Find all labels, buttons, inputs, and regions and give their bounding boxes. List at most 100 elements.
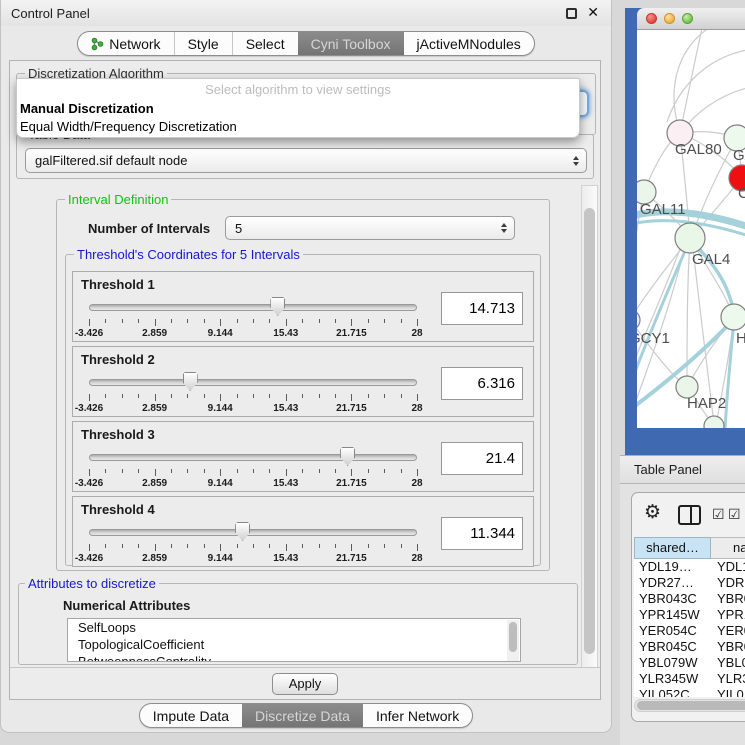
tab-discretize-data[interactable]: Discretize Data: [242, 704, 363, 727]
slider-thumb[interactable]: [340, 447, 355, 466]
close-traffic-light-icon[interactable]: [646, 13, 657, 24]
cell-shared-name: YPR145W: [634, 607, 711, 623]
tick-label: 2.859: [142, 328, 167, 339]
tab-infer-network[interactable]: Infer Network: [363, 704, 472, 727]
table-row[interactable]: YIL052CYIL0: [634, 687, 745, 697]
slider-tick-labels: -3.4262.8599.14415.4321.71528: [89, 553, 417, 565]
table-panel-title: Table Panel: [634, 462, 702, 477]
tick-label: 2.859: [142, 478, 167, 489]
table-panel: Table Panel ⚙ ☑ ☑ shared… na YDL19…YDL1Y…: [620, 455, 745, 745]
attribute-item-topologicalcoefficient[interactable]: TopologicalCoefficient: [68, 636, 520, 653]
column-header-shared-name[interactable]: shared…: [634, 537, 711, 559]
tick-label: 9.144: [208, 403, 233, 414]
attributes-scrollbar[interactable]: [507, 620, 519, 662]
slider-track[interactable]: [89, 454, 417, 461]
network-node-label: HAP2: [687, 395, 726, 412]
cell-shared-name: YIL052C: [634, 687, 711, 697]
threshold-label: Threshold 2: [81, 352, 155, 367]
cell-name: YDL1: [711, 559, 745, 575]
threshold-panel-1: Threshold 1-3.4262.8599.14415.4321.71528…: [72, 271, 534, 342]
network-node-label: GAL4: [692, 251, 730, 268]
split-table-icon[interactable]: [678, 505, 701, 525]
table-row[interactable]: YER054CYER0: [634, 623, 745, 639]
threshold-slider[interactable]: -3.4262.8599.14415.4321.71528: [89, 521, 417, 565]
network-window-titlebar[interactable]: [637, 8, 745, 30]
threshold-panel-4: Threshold 4-3.4262.8599.14415.4321.71528…: [72, 496, 534, 567]
network-node-h[interactable]: [721, 304, 745, 330]
slider-thumb[interactable]: [270, 297, 285, 316]
threshold-value-field[interactable]: 14.713: [441, 292, 523, 325]
tab-jactivemnodules[interactable]: jActiveMNodules: [404, 32, 534, 55]
threshold-value-field[interactable]: 11.344: [441, 517, 523, 550]
minimize-traffic-light-icon[interactable]: [664, 13, 675, 24]
tick-label: 9.144: [208, 328, 233, 339]
attribute-item-betweennesscentrality[interactable]: BetweennessCentrality: [68, 653, 520, 662]
control-panel-window: Control Panel ✕ NetworkStyleSelectCyni T…: [0, 0, 612, 733]
threshold-label: Threshold 1: [81, 277, 155, 292]
close-panel-icon[interactable]: ✕: [587, 4, 599, 21]
attribute-item-selfloops[interactable]: SelfLoops: [68, 619, 520, 636]
scrollbar-thumb[interactable]: [637, 701, 745, 710]
threshold-slider[interactable]: -3.4262.8599.14415.4321.71528: [89, 296, 417, 340]
numerical-attributes-list[interactable]: SelfLoopsTopologicalCoefficientBetweenne…: [67, 618, 521, 662]
network-node-label: H: [736, 330, 745, 347]
float-window-icon[interactable]: [566, 8, 577, 19]
apply-button[interactable]: Apply: [272, 673, 338, 695]
network-graph[interactable]: GAL80GACGAL11GAL4GCY1HHAP2: [637, 30, 745, 428]
tab-label: Network: [109, 36, 160, 52]
slider-track[interactable]: [89, 379, 417, 386]
slider-thumb[interactable]: [235, 522, 250, 541]
table-row[interactable]: YPR145WYPR1: [634, 607, 745, 623]
attribute-items: SelfLoopsTopologicalCoefficientBetweenne…: [68, 619, 520, 662]
network-node-label: GAL80: [675, 141, 722, 158]
column-header-name[interactable]: na: [711, 537, 745, 559]
slider-track[interactable]: [89, 304, 417, 311]
network-node-gcy1[interactable]: [637, 310, 640, 330]
tab-network[interactable]: Network: [78, 32, 173, 55]
threshold-slider[interactable]: -3.4262.8599.14415.4321.71528: [89, 446, 417, 490]
table-rows: YDL19…YDL1YDR27…YDR2YBR043CYBR0YPR145WYP…: [634, 559, 745, 697]
slider-track[interactable]: [89, 529, 417, 536]
table-row[interactable]: YBR043CYBR0: [634, 591, 745, 607]
threshold-value-field[interactable]: 6.316: [441, 367, 523, 400]
tick-label: 15.43: [273, 328, 298, 339]
tab-segment-control: Network StyleSelectCyni ToolboxjActiveMNo…: [77, 31, 535, 56]
table-horizontal-scrollbar[interactable]: [634, 699, 745, 712]
scrollbar-thumb[interactable]: [584, 208, 595, 654]
network-node[interactable]: [704, 416, 724, 428]
network-node-label: GAL11: [640, 201, 686, 218]
zoom-traffic-light-icon[interactable]: [682, 13, 693, 24]
table-data-combobox[interactable]: galFiltered.sif default node: [25, 148, 587, 173]
threshold-slider[interactable]: -3.4262.8599.14415.4321.71528: [89, 371, 417, 415]
slider-tick-labels: -3.4262.8599.14415.4321.71528: [89, 403, 417, 415]
network-node-gal4[interactable]: [675, 223, 705, 253]
tab-impute-data[interactable]: Impute Data: [140, 704, 242, 727]
table-row[interactable]: YBL079WYBL0: [634, 655, 745, 671]
tab-select[interactable]: Select: [232, 32, 298, 55]
threshold-value-field[interactable]: 21.4: [441, 442, 523, 475]
table-row[interactable]: YDR27…YDR2: [634, 575, 745, 591]
slider-thumb[interactable]: [183, 372, 198, 391]
table-row[interactable]: YBR045CYBR0: [634, 639, 745, 655]
dropdown-item-manual-discretization[interactable]: Manual Discretization: [17, 100, 579, 118]
number-of-intervals-combobox[interactable]: 5: [225, 216, 515, 240]
stepper-arrows-icon: [573, 156, 579, 166]
slider-ticks: [89, 394, 417, 402]
tick-label: 21.715: [336, 478, 367, 489]
scrollbar-thumb[interactable]: [509, 622, 517, 652]
tab-cyni-toolbox[interactable]: Cyni Toolbox: [298, 32, 404, 55]
dropdown-item-equal-width-frequency[interactable]: Equal Width/Frequency Discretization: [17, 118, 579, 136]
control-panel-tab-bar: Network StyleSelectCyni ToolboxjActiveMNo…: [1, 31, 611, 56]
tick-label: 15.43: [273, 553, 298, 564]
gear-icon[interactable]: ⚙: [644, 501, 661, 524]
number-of-intervals-label: Number of Intervals: [88, 221, 210, 236]
tick-label: 9.144: [208, 553, 233, 564]
table-row[interactable]: YDL19…YDL1: [634, 559, 745, 575]
checkbox-icon[interactable]: ☑: [728, 506, 741, 523]
interval-definition-group: Interval Definition Number of Intervals …: [56, 199, 550, 571]
table-row[interactable]: YLR345WYLR3: [634, 671, 745, 687]
tab-style[interactable]: Style: [174, 32, 232, 55]
main-vertical-scrollbar[interactable]: [581, 185, 598, 669]
checkbox-icon[interactable]: ☑: [712, 506, 725, 523]
tick-label: 9.144: [208, 478, 233, 489]
